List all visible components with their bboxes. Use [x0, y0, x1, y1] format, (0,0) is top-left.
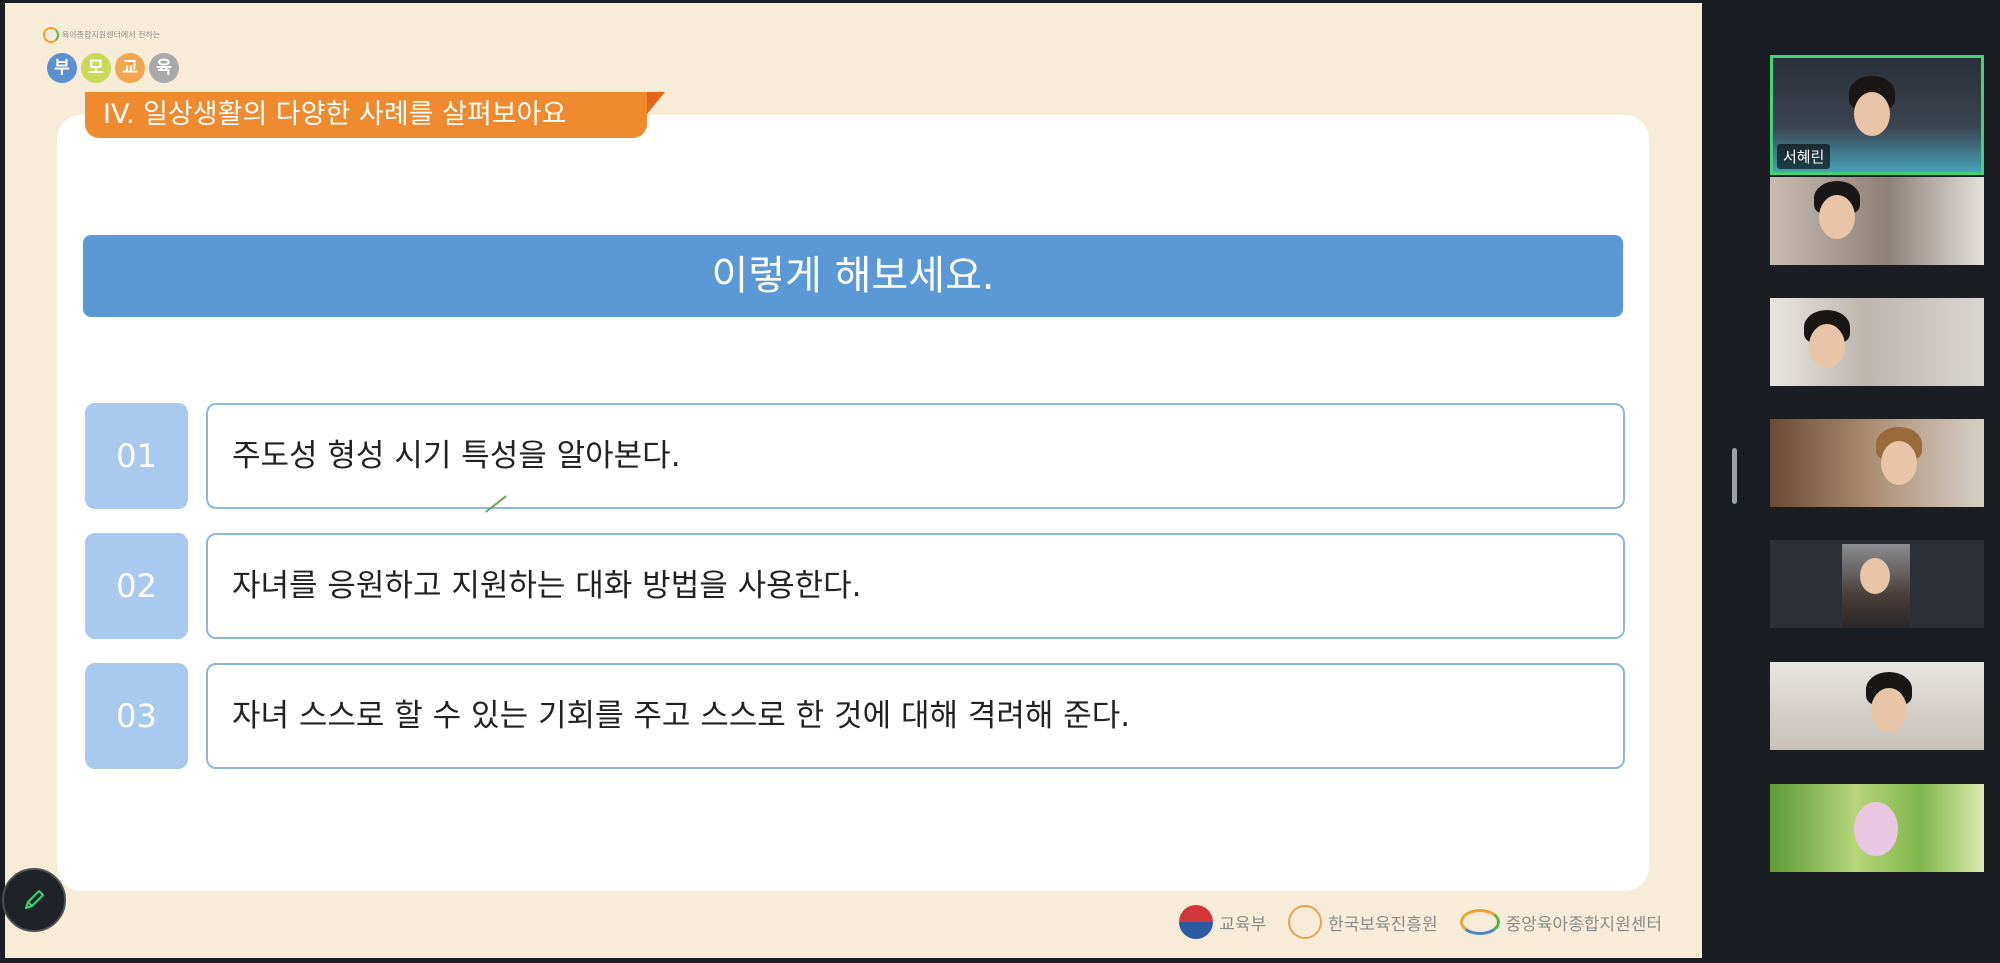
annotate-button[interactable] [2, 868, 66, 932]
section-title: IV. 일상생활의 다양한 사례를 살펴보아요 [85, 92, 665, 138]
footer-logo-center: 중앙육아종합지원센터 [1459, 909, 1662, 935]
participant-face [1871, 688, 1907, 732]
logo-letter-2: 모 [81, 53, 111, 83]
logo-letter-3: 교 [115, 53, 145, 83]
participants-panel: 서혜린 [1702, 0, 2000, 963]
step-item-2: 02 자녀를 응원하고 지원하는 대화 방법을 사용한다. [85, 533, 1627, 639]
step-item-1: 01 주도성 형성 시기 특성을 알아본다. [85, 403, 1627, 509]
participant-face [1860, 558, 1890, 594]
shared-screen-slide: 육아종합지원센터에서 전하는 부 모 교 육 IV. 일상생활의 다양한 사례를… [5, 3, 1702, 958]
logo-letter-4: 육 [149, 53, 179, 83]
step-number: 03 [85, 663, 188, 769]
participant-video-tile[interactable] [1770, 298, 1984, 386]
participant-video-tile[interactable] [1770, 784, 1984, 872]
logo-letters: 부 모 교 육 [47, 53, 179, 83]
participant-video-tile[interactable]: 서혜린 [1770, 55, 1984, 175]
participant-video-tile[interactable] [1770, 177, 1984, 265]
swirl-logo-icon [43, 27, 59, 43]
taegeuk-logo-icon [1179, 905, 1214, 939]
participant-face [1809, 324, 1845, 368]
bunny-avatar [1854, 802, 1898, 856]
footer-logo-kcpi: 한국보육진흥원 [1288, 905, 1438, 939]
participant-video-tile[interactable] [1770, 662, 1984, 750]
participant-video-tile[interactable] [1770, 419, 1984, 507]
participant-name-label: 서혜린 [1777, 144, 1831, 169]
slide-heading-banner: 이렇게 해보세요. [83, 235, 1623, 317]
logo-letter-1: 부 [47, 53, 77, 83]
pencil-icon [25, 890, 44, 909]
panel-resize-handle[interactable] [1732, 448, 1737, 504]
step-number: 01 [85, 403, 188, 509]
footer-logos: 교육부 한국보육진흥원 중앙육아종합지원센터 [1179, 905, 1662, 939]
step-text: 주도성 형성 시기 특성을 알아본다. [206, 403, 1625, 509]
footer-logo-moe: 교육부 [1179, 905, 1266, 939]
swirl-logo-icon [1459, 909, 1500, 935]
participant-face [1819, 195, 1855, 239]
participant-face [1854, 92, 1890, 136]
participant-video-tile[interactable] [1770, 540, 1984, 628]
participant-face [1881, 441, 1917, 485]
logo-tagline: 육아종합지원센터에서 전하는 [43, 27, 183, 43]
kcpi-logo-icon [1288, 905, 1323, 939]
step-item-3: 03 자녀 스스로 할 수 있는 기회를 주고 스스로 한 것에 대해 격려해 … [85, 663, 1627, 769]
step-text: 자녀 스스로 할 수 있는 기회를 주고 스스로 한 것에 대해 격려해 준다. [206, 663, 1625, 769]
step-text: 자녀를 응원하고 지원하는 대화 방법을 사용한다. [206, 533, 1625, 639]
step-number: 02 [85, 533, 188, 639]
